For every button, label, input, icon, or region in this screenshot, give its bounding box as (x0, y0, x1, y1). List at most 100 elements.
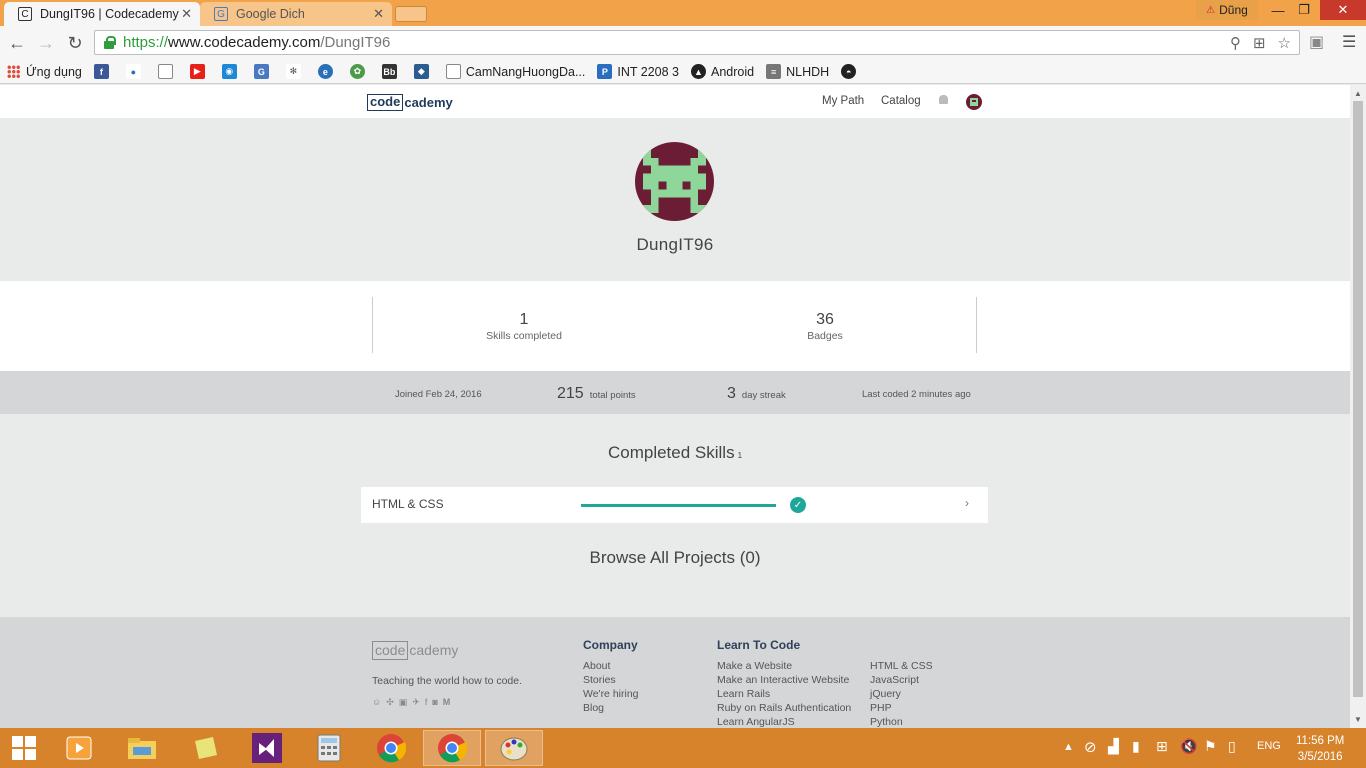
url-path: /DungIT96 (320, 34, 391, 51)
reload-icon[interactable]: ↻ (64, 32, 86, 54)
tab-google-dich[interactable]: G Google Dich ✕ (200, 2, 392, 26)
bookmark-github[interactable]: ◓ (841, 64, 861, 79)
skill-progress-bar (581, 504, 776, 507)
windows-tray-icon[interactable]: ⊞ (1156, 738, 1168, 755)
network-icon[interactable]: ▟ (1108, 738, 1119, 755)
footer-link-javascript[interactable]: JavaScript (870, 674, 919, 686)
taskbar-chrome-active[interactable] (423, 730, 481, 766)
youtube-icon[interactable]: ▣ (399, 697, 408, 708)
footer-link-interactive-website[interactable]: Make an Interactive Website (717, 674, 849, 686)
footer-link-angularjs[interactable]: Learn AngularJS (717, 716, 795, 728)
blue-dot-icon: ● (125, 64, 141, 79)
bookmark-11[interactable]: ◆ (413, 64, 434, 79)
browse-projects-link[interactable]: Browse All Projects (0) (0, 548, 1350, 568)
footer-link-about[interactable]: About (583, 660, 610, 672)
stumbleupon-icon[interactable]: ✣ (386, 697, 394, 708)
taskbar-paint[interactable] (485, 730, 543, 766)
footer-link-hiring[interactable]: We're hiring (583, 688, 639, 700)
joined-date: Joined Feb 24, 2016 (395, 389, 482, 400)
menu-icon[interactable]: ☰ (1342, 32, 1356, 52)
bookmark-facebook[interactable]: f (93, 64, 114, 79)
avatar[interactable] (966, 94, 982, 110)
scroll-down-icon[interactable]: ▼ (1354, 715, 1362, 724)
footer-link-blog[interactable]: Blog (583, 702, 604, 714)
battery-icon[interactable]: ▯ (1228, 738, 1236, 755)
tab-close-icon[interactable]: ✕ (181, 6, 192, 22)
bookmark-camnang[interactable]: CamNangHuongDa... (445, 64, 585, 79)
stat-badges[interactable]: 36 Badges (725, 311, 925, 342)
skill-name: HTML & CSS (372, 497, 444, 511)
bell-icon[interactable] (939, 95, 948, 104)
restore-button[interactable]: ❐ (1291, 0, 1317, 20)
bookmark-youtube[interactable]: ▶ (189, 64, 210, 79)
footer-link-python[interactable]: Python (870, 716, 903, 728)
bookmark-10[interactable]: Bb (381, 64, 402, 79)
star-icon[interactable]: ☆ (1278, 34, 1291, 52)
footer-link-rails-auth[interactable]: Ruby on Rails Authentication (717, 702, 851, 714)
bookmark-int2208[interactable]: P INT 2208 3 (597, 64, 679, 79)
footer-logo[interactable]: code cademy (372, 641, 458, 660)
scroll-up-icon[interactable]: ▲ (1354, 89, 1362, 98)
zoom-icon[interactable]: ⚲ (1230, 34, 1241, 52)
nav-catalog[interactable]: Catalog (881, 95, 921, 107)
footer-link-php[interactable]: PHP (870, 702, 892, 714)
window-close-button[interactable]: ✕ (1320, 0, 1366, 20)
reddit-icon[interactable]: ☺ (372, 697, 381, 708)
taskbar-visual-studio[interactable] (238, 730, 296, 766)
google-translate-favicon-icon: G (214, 7, 228, 21)
address-bar[interactable]: https:// www.codecademy.com /DungIT96 ⚲ … (94, 30, 1300, 55)
profile-badge[interactable]: ⚠ Dũng (1196, 0, 1258, 20)
bookmark-5[interactable]: ◉ (221, 64, 242, 79)
day-streak: 3 day streak (727, 385, 786, 402)
bookmark-6[interactable]: G (253, 64, 274, 79)
volume-muted-icon[interactable]: 🔇 (1180, 738, 1197, 755)
media-player-icon (66, 736, 92, 760)
bookmark-2[interactable]: ● (125, 64, 146, 79)
tab-close-icon[interactable]: ✕ (373, 6, 384, 22)
bookmark-7[interactable]: ✻ (285, 64, 306, 79)
forward-arrow-icon[interactable]: → (35, 32, 57, 54)
footer-link-jquery[interactable]: jQuery (870, 688, 901, 700)
footer-link-make-website[interactable]: Make a Website (717, 660, 792, 672)
taskbar-file-explorer[interactable] (113, 730, 171, 766)
visual-studio-icon (252, 733, 282, 763)
bookmark-apps[interactable]: Ứng dụng (7, 65, 82, 79)
codecademy-logo[interactable]: code cademy (367, 94, 453, 111)
bookmark-8[interactable]: e (317, 64, 338, 79)
taskbar-chrome[interactable] (362, 730, 420, 766)
translate-icon[interactable]: ⊞ (1253, 34, 1266, 52)
footer-link-stories[interactable]: Stories (583, 674, 616, 686)
back-arrow-icon[interactable]: ← (6, 32, 28, 54)
start-button[interactable] (0, 730, 48, 766)
app-tray-icon[interactable]: ▮ (1132, 738, 1140, 755)
antivirus-icon[interactable]: ⊘ (1084, 738, 1097, 756)
footer-link-html-css[interactable]: HTML & CSS (870, 660, 933, 672)
p-icon: P (597, 64, 613, 79)
skill-row[interactable]: HTML & CSS ✓ › (361, 487, 988, 523)
page-scrollbar[interactable]: ▲ ▼ (1350, 85, 1366, 728)
bookmark-android[interactable]: ▲ Android (691, 64, 754, 79)
extension-icon[interactable]: ▣ (1309, 32, 1324, 52)
facebook-icon[interactable]: f (425, 697, 428, 708)
instagram-icon[interactable]: ◙ (432, 697, 437, 708)
bookmark-3[interactable] (157, 64, 178, 79)
flag-icon[interactable]: ⚑ (1204, 738, 1217, 755)
twitter-icon[interactable]: ✈ (412, 697, 420, 708)
minimize-button[interactable]: — (1265, 0, 1291, 20)
bookmark-nlhdh[interactable]: ≡ NLHDH (766, 64, 829, 79)
chevron-right-icon[interactable]: › (965, 496, 969, 510)
medium-icon[interactable]: M (443, 697, 451, 708)
github-icon: ◓ (841, 64, 857, 79)
taskbar-sticky-notes[interactable] (176, 730, 234, 766)
taskbar-media-player[interactable] (50, 730, 108, 766)
bookmark-9[interactable]: ✿ (349, 64, 370, 79)
taskbar-clock[interactable]: 11:56 PM 3/5/2016 (1296, 733, 1344, 765)
language-indicator[interactable]: ENG (1257, 740, 1281, 752)
new-tab-button[interactable] (395, 6, 427, 22)
nav-my-path[interactable]: My Path (822, 95, 864, 107)
tab-codecademy[interactable]: C DungIT96 | Codecademy ✕ (4, 2, 200, 26)
tray-expand-icon[interactable]: ▲ (1063, 741, 1074, 753)
footer-link-learn-rails[interactable]: Learn Rails (717, 688, 770, 700)
taskbar-calculator[interactable] (300, 730, 358, 766)
scrollbar-thumb[interactable] (1353, 101, 1363, 697)
